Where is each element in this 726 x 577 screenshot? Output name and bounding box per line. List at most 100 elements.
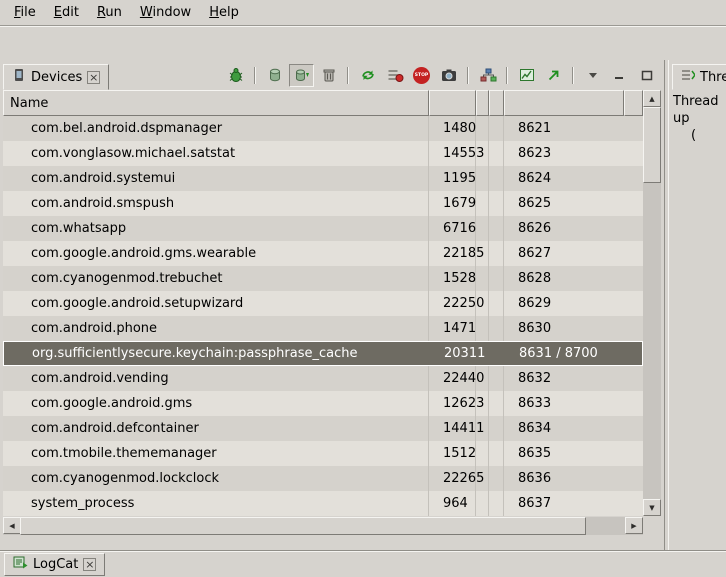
empty-cell — [489, 191, 504, 216]
menu-edit[interactable]: Edit — [45, 2, 88, 24]
menu-run[interactable]: Run — [88, 2, 131, 24]
scroll-right-icon[interactable]: ▶ — [625, 517, 643, 534]
tab-devices[interactable]: Devices × — [3, 64, 109, 90]
logcat-tab-icon — [13, 555, 28, 573]
devices-toolbar: STOP — [223, 60, 664, 90]
empty-cell — [476, 116, 489, 141]
process-name-cell: com.bel.android.dspmanager — [3, 116, 429, 141]
process-name-cell: com.google.android.gms — [3, 391, 429, 416]
port-column-header[interactable] — [504, 90, 624, 116]
menu-file[interactable]: File — [5, 2, 45, 24]
view-menu-icon[interactable] — [580, 64, 605, 87]
minimize-icon[interactable] — [607, 64, 632, 87]
empty-cell — [489, 266, 504, 291]
port-cell: 8630 — [504, 316, 624, 341]
port-cell: 8621 — [504, 116, 624, 141]
pid-cell: 964 — [429, 491, 476, 516]
empty-cell — [476, 216, 489, 241]
scrollbar-corner — [643, 517, 661, 535]
table-row[interactable]: com.cyanogenmod.lockclock 22265 8636 — [3, 466, 643, 491]
device-table: Name com.bel.android.dspmanager 1480 862… — [3, 90, 661, 516]
filler-cell — [624, 366, 643, 391]
table-row[interactable]: com.android.smspush 1679 8625 — [3, 191, 643, 216]
horizontal-scrollbar-row: ◀ ▶ — [3, 517, 661, 535]
filler-cell — [624, 491, 643, 516]
cause-gc-icon[interactable] — [316, 64, 341, 87]
table-row[interactable]: com.tmobile.thememanager 1512 8635 — [3, 441, 643, 466]
table-row[interactable]: com.google.android.setupwizard 22250 862… — [3, 291, 643, 316]
port-cell: 8629 — [504, 291, 624, 316]
stop-profiling-icon[interactable] — [382, 64, 407, 87]
empty-cell — [489, 366, 504, 391]
threads-tab-label: Threads — [700, 70, 726, 85]
devices-tabbar: Devices × — [0, 60, 664, 90]
heap-updates-toggle-icon[interactable] — [289, 64, 314, 87]
empty-cell — [489, 466, 504, 491]
empty-cell — [489, 441, 504, 466]
vertical-scrollbar-thumb[interactable] — [643, 107, 661, 183]
empty-cell — [489, 216, 504, 241]
process-name-cell: org.sufficientlysecure.keychain:passphra… — [4, 342, 430, 365]
empty-cell — [489, 416, 504, 441]
ui-hierarchy-icon[interactable] — [475, 64, 500, 87]
table-header: Name — [3, 90, 643, 116]
horizontal-scrollbar-thumb[interactable] — [20, 517, 586, 535]
port-cell: 8631 / 8700 — [505, 342, 625, 365]
logcat-tab-label: LogCat — [33, 557, 78, 572]
table-row[interactable]: system_process 964 8637 — [3, 491, 643, 516]
method-profiling-icon[interactable] — [514, 64, 539, 87]
table-row[interactable]: com.android.vending 22440 8632 — [3, 366, 643, 391]
scroll-up-icon[interactable]: ▲ — [643, 90, 661, 107]
empty-cell — [489, 391, 504, 416]
horizontal-scrollbar[interactable]: ◀ ▶ — [3, 517, 643, 535]
table-row[interactable]: com.android.systemui 1195 8624 — [3, 166, 643, 191]
scroll-down-icon[interactable]: ▼ — [643, 499, 661, 516]
pid-cell: 1195 — [429, 166, 476, 191]
tab-threads[interactable]: Threads — [672, 64, 726, 90]
debug-process-icon[interactable] — [223, 64, 248, 87]
vertical-scrollbar[interactable]: ▲ ▼ — [643, 90, 661, 516]
table-row[interactable]: com.vonglasow.michael.satstat 14553 8623 — [3, 141, 643, 166]
update-threads-icon[interactable] — [355, 64, 380, 87]
filler-cell — [624, 216, 643, 241]
menu-window[interactable]: Window — [131, 2, 200, 24]
threads-message-line1: Thread up — [673, 93, 726, 127]
table-row[interactable]: com.whatsapp 6716 8626 — [3, 216, 643, 241]
port-cell: 8633 — [504, 391, 624, 416]
table-row[interactable]: com.bel.android.dspmanager 1480 8621 — [3, 116, 643, 141]
hprof-dump-icon[interactable] — [541, 64, 566, 87]
screen-capture-icon[interactable] — [436, 64, 461, 87]
filler-cell — [624, 316, 643, 341]
column-header[interactable] — [489, 90, 504, 116]
close-tab-icon[interactable]: × — [87, 71, 100, 84]
table-row[interactable]: com.android.phone 1471 8630 — [3, 316, 643, 341]
process-name-cell: com.vonglasow.michael.satstat — [3, 141, 429, 166]
table-row[interactable]: com.cyanogenmod.trebuchet 1528 8628 — [3, 266, 643, 291]
threads-message-line2: ( — [673, 127, 726, 144]
pid-cell: 22265 — [429, 466, 476, 491]
pid-cell: 14553 — [429, 141, 476, 166]
scroll-left-icon[interactable]: ◀ — [3, 517, 21, 534]
close-tab-icon[interactable]: × — [83, 558, 96, 571]
table-row[interactable]: com.google.android.gms 12623 8633 — [3, 391, 643, 416]
empty-cell — [489, 241, 504, 266]
column-header[interactable] — [476, 90, 489, 116]
pid-column-header[interactable] — [429, 90, 476, 116]
menu-help[interactable]: Help — [200, 2, 248, 24]
process-name-cell: com.android.systemui — [3, 166, 429, 191]
maximize-icon[interactable] — [634, 64, 659, 87]
tab-logcat[interactable]: LogCat × — [4, 553, 105, 576]
process-name-cell: com.cyanogenmod.trebuchet — [3, 266, 429, 291]
port-cell: 8636 — [504, 466, 624, 491]
devices-panel: Devices × — [0, 60, 664, 550]
table-row[interactable]: com.android.defcontainer 14411 8634 — [3, 416, 643, 441]
empty-cell — [476, 491, 489, 516]
update-heap-icon[interactable] — [262, 64, 287, 87]
port-cell: 8627 — [504, 241, 624, 266]
table-row[interactable]: org.sufficientlysecure.keychain:passphra… — [3, 341, 643, 366]
empty-cell — [489, 116, 504, 141]
name-column-header[interactable]: Name — [3, 90, 429, 116]
stop-process-icon[interactable]: STOP — [409, 64, 434, 87]
pid-cell: 1480 — [429, 116, 476, 141]
table-row[interactable]: com.google.android.gms.wearable 22185 86… — [3, 241, 643, 266]
